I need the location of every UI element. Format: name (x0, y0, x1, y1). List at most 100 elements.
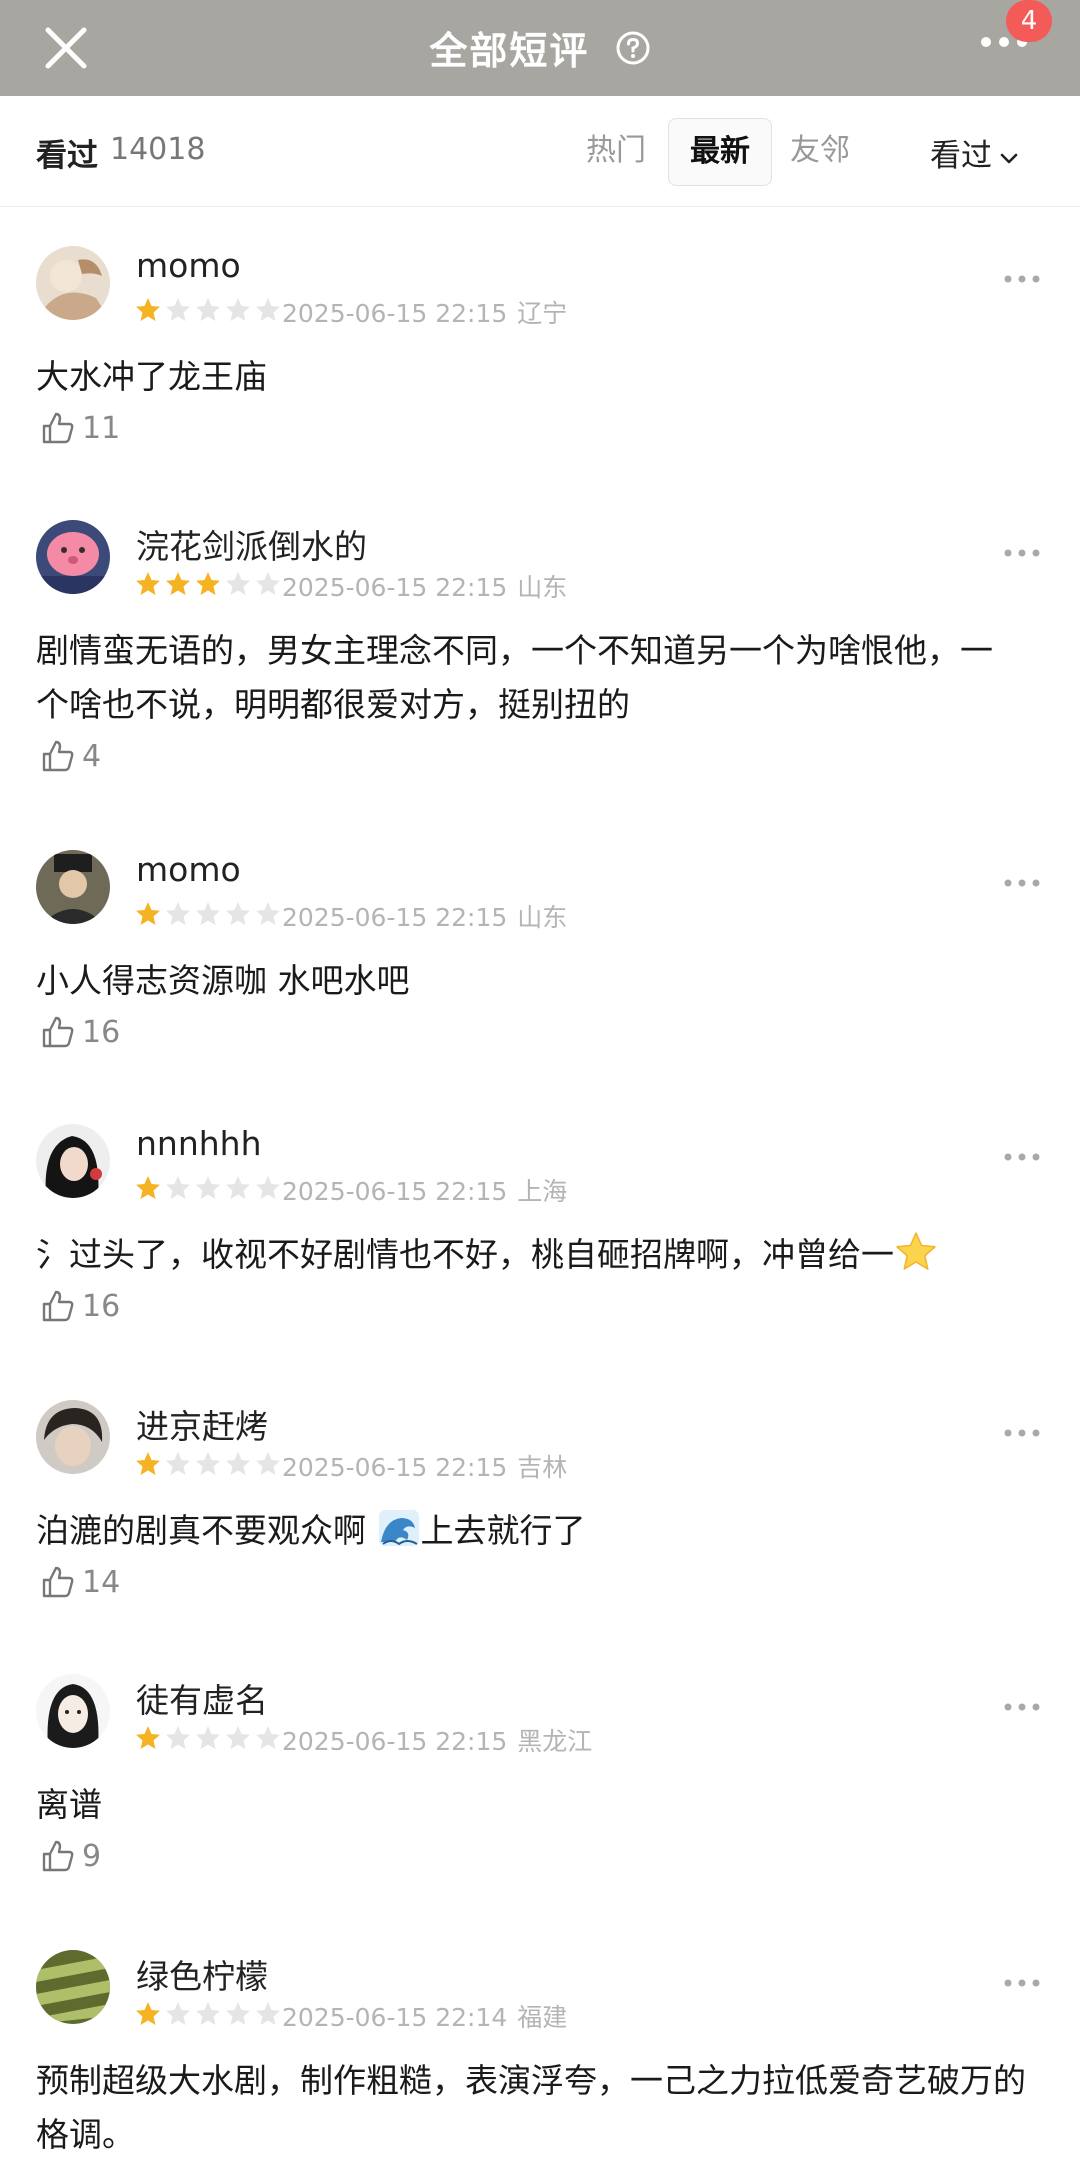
comment-item: momo 2025-06-15 22:15 山东 小人得志资源咖 水吧水吧 16 (0, 850, 1080, 1060)
star-icon (136, 902, 160, 925)
comment-date: 2025-06-15 22:15 (282, 299, 508, 328)
more-dots-icon[interactable] (1002, 1976, 1042, 1990)
star-icon (166, 1726, 190, 1749)
star-icon (226, 2002, 250, 2025)
comment-text-part1: 泊漉的剧真不要观众啊 (36, 1511, 377, 1550)
star-icon (166, 902, 190, 925)
star-icon (226, 1176, 250, 1199)
top-bar: 全部短评 4 (0, 0, 1080, 96)
like-button[interactable]: 9 (40, 1838, 101, 1878)
username[interactable]: momo (136, 246, 241, 285)
star-icon (196, 298, 220, 321)
avatar[interactable] (36, 520, 110, 594)
comment-text: 预制超级大水剧，制作粗糙，表演浮夸，一己之力拉低爱奇艺破万的格调。 (36, 2061, 1026, 2154)
comment-item: 浣花剑派倒水的 2025-06-15 22:15 山东 剧情蛮无语的，男女主理念不… (0, 520, 1080, 774)
star-icon (136, 298, 160, 321)
more-dots-icon[interactable] (1002, 272, 1042, 286)
star-icon (136, 1726, 160, 1749)
more-dots-icon[interactable] (1002, 876, 1042, 890)
comment-text-content: 氵过头了，收视不好剧情也不好，桃自砸招牌啊，冲曾给一 (36, 1235, 894, 1274)
comment-text-part2: 上去就行了 (420, 1511, 586, 1550)
username[interactable]: 徒有虚名 (136, 1674, 268, 1722)
tab-latest[interactable]: 最新 (668, 118, 772, 186)
star-icon (136, 2002, 160, 2025)
like-button[interactable]: 14 (40, 1564, 120, 1604)
star-icon (136, 572, 160, 595)
like-count: 11 (82, 410, 121, 446)
star-icon (226, 1452, 250, 1475)
avatar[interactable] (36, 246, 110, 320)
star-icon (256, 1726, 280, 1749)
comment-meta: 2025-06-15 22:15 山东 (282, 568, 567, 604)
comment-location: 上海 (517, 1177, 568, 1206)
comment-date: 2025-06-15 22:14 (282, 2003, 508, 2032)
notification-badge: 4 (1006, 0, 1052, 42)
like-count: 16 (82, 1014, 121, 1050)
rating-stars (134, 2000, 284, 2028)
more-dots-icon[interactable] (1002, 1700, 1042, 1714)
star-icon (196, 572, 220, 595)
like-button[interactable]: 11 (40, 410, 120, 450)
like-count: 9 (82, 1838, 102, 1874)
more-dots-icon[interactable] (1002, 1426, 1042, 1440)
comment-location: 山东 (517, 573, 568, 602)
username[interactable]: momo (136, 850, 241, 889)
username[interactable]: 浣花剑派倒水的 (136, 520, 367, 568)
like-button[interactable]: 4 (40, 738, 101, 778)
seen-filter-dropdown[interactable]: 看过 (930, 130, 1020, 175)
comment-location: 山东 (517, 903, 568, 932)
comment-location: 福建 (517, 2003, 568, 2032)
username[interactable]: 进京赶烤 (136, 1400, 268, 1448)
comment-item: 徒有虚名 2025-06-15 22:15 黑龙江 离谱 9 (0, 1674, 1080, 1884)
avatar[interactable] (36, 850, 110, 924)
comment-location: 辽宁 (517, 299, 568, 328)
star-icon (196, 1726, 220, 1749)
username[interactable]: nnnhhh (136, 1124, 262, 1163)
like-count: 4 (82, 738, 102, 774)
comment-location: 黑龙江 (517, 1727, 593, 1756)
seen-count: 14018 (110, 132, 206, 167)
username[interactable]: 绿色柠檬 (136, 1950, 268, 1998)
rating-stars (134, 1450, 284, 1478)
tab-hot[interactable]: 热门 (580, 118, 652, 184)
comment-item: momo 2025-06-15 22:15 辽宁 大水冲了龙王庙 11 (0, 246, 1080, 456)
star-icon (256, 2002, 280, 2025)
star-icon (166, 1176, 190, 1199)
thumbs-up-icon (42, 1566, 74, 1598)
more-dots-icon[interactable] (1002, 546, 1042, 560)
star-icon (196, 1176, 220, 1199)
star-icon (166, 2002, 190, 2025)
rating-stars (134, 1724, 284, 1752)
comment-date: 2025-06-15 22:15 (282, 1453, 508, 1482)
wave-emoji-icon (378, 1510, 419, 1546)
seen-label: 看过 (36, 138, 98, 174)
comment-location: 吉林 (517, 1453, 568, 1482)
comment-meta: 2025-06-15 22:15 上海 (282, 1172, 567, 1208)
thumbs-up-icon (42, 1290, 74, 1322)
comment-meta: 2025-06-15 22:15 辽宁 (282, 294, 567, 330)
star-icon (256, 572, 280, 595)
avatar[interactable] (36, 1124, 110, 1198)
tab-friends[interactable]: 友邻 (784, 118, 856, 184)
chevron-down-icon (1000, 153, 1018, 163)
page-title: 全部短评 (0, 20, 1080, 75)
comment-date: 2025-06-15 22:15 (282, 1177, 508, 1206)
comment-text: 泊漉的剧真不要观众啊 上去就行了 (36, 1504, 1036, 1558)
more-dots-icon[interactable] (1002, 1150, 1042, 1164)
help-circle-icon[interactable] (615, 30, 651, 66)
comment-text: 小人得志资源咖 水吧水吧 (36, 961, 410, 1000)
avatar[interactable] (36, 1950, 110, 2024)
comment-item: nnnhhh 2025-06-15 22:15 上海 氵过头了，收视不好剧情也不好… (0, 1124, 1080, 1334)
like-button[interactable]: 16 (40, 1014, 120, 1054)
star-icon (196, 1452, 220, 1475)
avatar[interactable] (36, 1400, 110, 1474)
star-icon (166, 298, 190, 321)
thumbs-up-icon (42, 1840, 74, 1872)
rating-stars (134, 296, 284, 324)
star-icon (196, 902, 220, 925)
avatar[interactable] (36, 1674, 110, 1748)
page-title-text: 全部短评 (429, 29, 590, 73)
like-button[interactable]: 16 (40, 1288, 120, 1328)
star-icon (226, 1726, 250, 1749)
star-icon (136, 1176, 160, 1199)
